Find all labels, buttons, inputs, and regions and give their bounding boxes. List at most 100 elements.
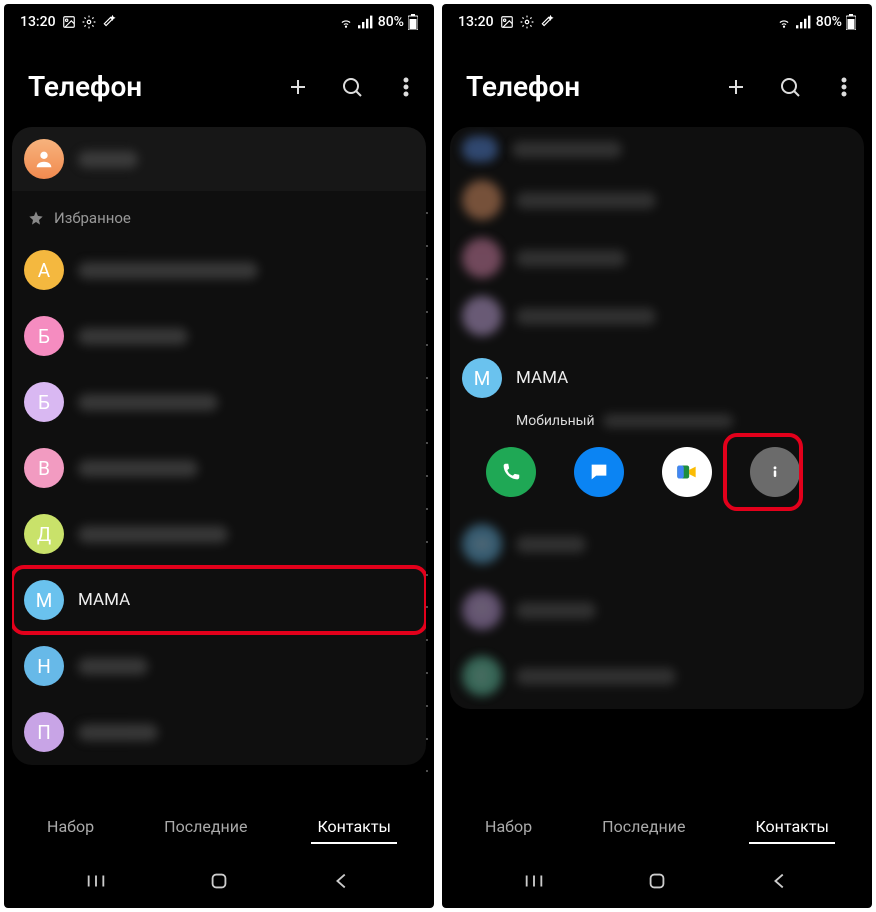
status-bar: 13:20 80% xyxy=(442,4,872,40)
wifi-icon xyxy=(338,15,354,29)
contact-row-mama-expanded[interactable]: М МАМА xyxy=(450,345,864,411)
search-icon[interactable] xyxy=(340,75,364,99)
blurred-name xyxy=(512,141,622,158)
contact-row[interactable]: Д xyxy=(12,501,426,567)
signal-icon xyxy=(358,15,374,29)
more-icon[interactable] xyxy=(394,75,418,99)
contact-row[interactable] xyxy=(450,229,864,287)
blurred-name xyxy=(516,668,676,685)
contact-row[interactable]: Б xyxy=(12,369,426,435)
add-icon[interactable] xyxy=(286,75,310,99)
avatar xyxy=(462,180,502,220)
tab-dial[interactable]: Набор xyxy=(41,809,100,844)
avatar: А xyxy=(24,250,64,290)
blurred-name xyxy=(516,602,596,619)
contact-row[interactable]: С xyxy=(450,643,864,709)
avatar: П xyxy=(24,712,64,752)
wand-icon xyxy=(102,15,116,29)
blurred-name xyxy=(78,262,258,279)
blurred-name xyxy=(78,724,158,741)
status-bar: 13:20 80% xyxy=(4,4,434,40)
nav-bar xyxy=(4,854,434,908)
search-icon[interactable] xyxy=(778,75,802,99)
contact-row[interactable]: В xyxy=(12,435,426,501)
status-battery: 80% xyxy=(378,14,404,30)
add-icon[interactable] xyxy=(724,75,748,99)
avatar: М xyxy=(24,580,64,620)
app-header: Телефон xyxy=(4,40,434,127)
tab-recent[interactable]: Последние xyxy=(158,809,253,844)
my-profile-row[interactable] xyxy=(12,127,426,191)
avatar: М xyxy=(462,358,502,398)
contact-row-mama[interactable]: М МАМА xyxy=(12,567,426,633)
avatar: В xyxy=(24,448,64,488)
avatar: П xyxy=(462,590,502,630)
expanded-contact-area: Мобильный xyxy=(450,411,864,511)
call-button[interactable] xyxy=(486,447,536,497)
home-nav-icon[interactable] xyxy=(646,870,668,892)
gear-icon xyxy=(82,15,96,29)
contact-row[interactable]: Н xyxy=(12,633,426,699)
contact-row[interactable]: А xyxy=(12,237,426,303)
contact-row[interactable]: П xyxy=(450,577,864,643)
more-icon[interactable] xyxy=(832,75,856,99)
bottom-tabs: Набор Последние Контакты xyxy=(4,798,434,854)
blurred-name xyxy=(516,536,586,553)
avatar: Н xyxy=(462,524,502,564)
blurred-name xyxy=(516,308,656,325)
blurred-number xyxy=(603,414,733,428)
index-scrollbar[interactable] xyxy=(422,197,432,788)
profile-avatar-icon xyxy=(24,139,64,179)
blurred-name xyxy=(78,526,228,543)
blurred-name xyxy=(78,460,198,477)
app-title: Телефон xyxy=(466,70,580,103)
contact-row[interactable] xyxy=(450,127,864,171)
signal-icon xyxy=(796,15,812,29)
contact-row[interactable]: Б xyxy=(12,303,426,369)
contact-row[interactable] xyxy=(450,171,864,229)
avatar xyxy=(462,136,498,162)
battery-icon xyxy=(408,14,418,30)
tab-recent[interactable]: Последние xyxy=(596,809,691,844)
bottom-tabs: Набор Последние Контакты xyxy=(442,798,872,854)
contacts-list[interactable]: М МАМА Мобильный Н П С xyxy=(442,127,872,798)
avatar: Н xyxy=(24,646,64,686)
contact-row[interactable]: Н xyxy=(450,511,864,577)
blurred-name xyxy=(78,151,138,168)
app-header: Телефон xyxy=(442,40,872,127)
status-battery: 80% xyxy=(816,14,842,30)
recents-nav-icon[interactable] xyxy=(523,870,545,892)
phone-screen-left: 13:20 80% Телефон Избранное xyxy=(4,4,434,908)
back-nav-icon[interactable] xyxy=(331,870,353,892)
wifi-icon xyxy=(776,15,792,29)
gear-icon xyxy=(520,15,534,29)
avatar: Д xyxy=(24,514,64,554)
tab-contacts[interactable]: Контакты xyxy=(311,809,396,844)
status-time: 13:20 xyxy=(20,14,56,30)
contacts-list[interactable]: Избранное А Б Б В Д М МАМА Н П xyxy=(4,127,434,798)
battery-icon xyxy=(846,14,856,30)
highlight-box xyxy=(12,565,426,635)
blurred-name xyxy=(78,394,218,411)
contact-name: МАМА xyxy=(78,590,130,610)
contact-row[interactable]: П xyxy=(12,699,426,765)
star-icon xyxy=(28,210,44,226)
blurred-name xyxy=(78,328,188,345)
tab-dial[interactable]: Набор xyxy=(479,809,538,844)
tab-contacts[interactable]: Контакты xyxy=(749,809,834,844)
avatar: С xyxy=(462,656,502,696)
recents-nav-icon[interactable] xyxy=(85,870,107,892)
video-call-button[interactable] xyxy=(662,447,712,497)
blurred-name xyxy=(516,192,656,209)
info-button[interactable] xyxy=(750,447,800,497)
message-button[interactable] xyxy=(574,447,624,497)
favorites-header: Избранное xyxy=(12,195,426,237)
phone-screen-right: 13:20 80% Телефон М МАМА xyxy=(442,4,872,908)
image-icon xyxy=(500,15,514,29)
app-title: Телефон xyxy=(28,70,142,103)
contact-row[interactable] xyxy=(450,287,864,345)
back-nav-icon[interactable] xyxy=(769,870,791,892)
home-nav-icon[interactable] xyxy=(208,870,230,892)
avatar: Б xyxy=(24,316,64,356)
contact-name: МАМА xyxy=(516,368,568,388)
